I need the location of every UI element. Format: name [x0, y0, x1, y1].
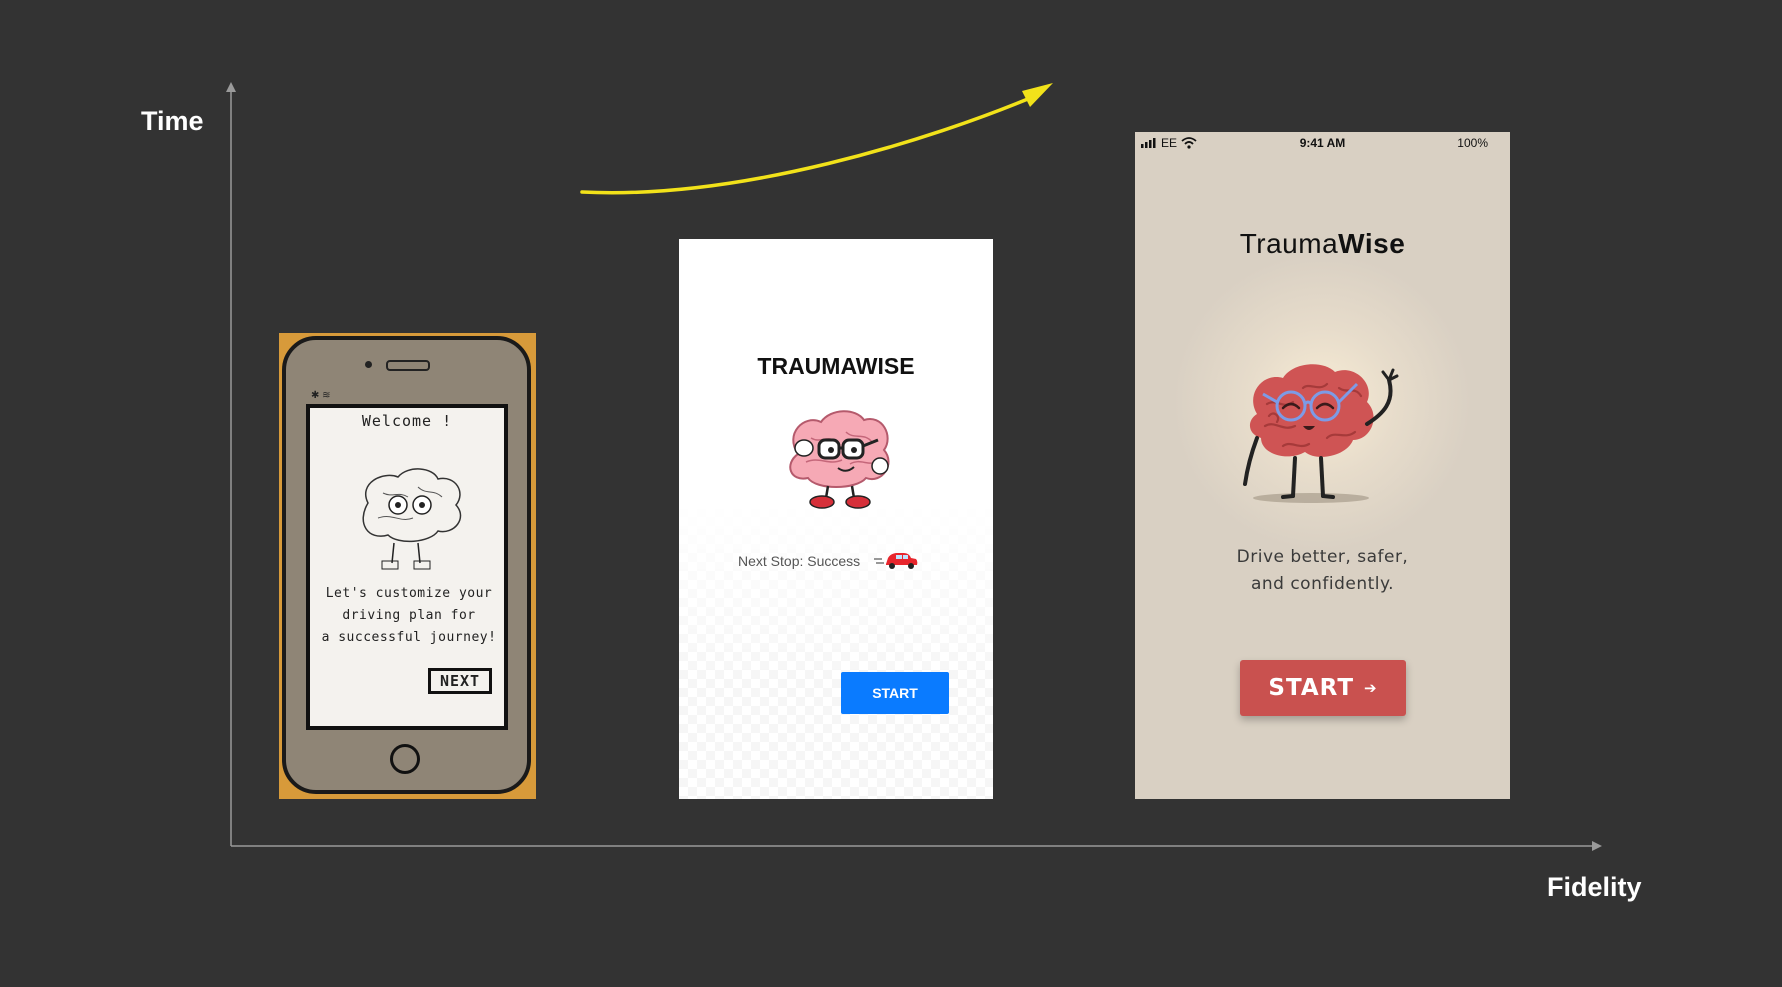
- x-axis-label: Fidelity: [1547, 872, 1642, 902]
- y-axis-arrowhead: [226, 82, 236, 92]
- brain-mascot-icon: [789, 410, 890, 509]
- brain-mascot-sketch-icon: [362, 468, 462, 570]
- midfi-title: TRAUMAWISE: [757, 353, 915, 379]
- hifi-prototype: EE 9:41 AM 100% TraumaWise Drive better,…: [1135, 132, 1510, 799]
- sketched-phone-frame: ✱ ≋ Welcome ! Let's customize your drivi…: [282, 336, 531, 794]
- camera-sketch: [365, 361, 372, 368]
- midfi-tagline: Next Stop: Success: [738, 553, 861, 569]
- status-bar: EE 9:41 AM 100%: [1135, 136, 1510, 152]
- trend-arrow: [580, 94, 1037, 195]
- paper-prototype: ✱ ≋ Welcome ! Let's customize your drivi…: [279, 333, 536, 799]
- hifi-title: TraumaWise: [1135, 228, 1510, 260]
- paper-body-text: Let's customize your driving plan for a …: [321, 586, 497, 645]
- waving-brain-mascot-icon: [1243, 364, 1399, 503]
- diamond-pattern-background: [679, 499, 993, 799]
- hifi-tagline: Drive better, safer, and confidently.: [1135, 544, 1510, 598]
- paper-next-button[interactable]: NEXT: [428, 668, 492, 694]
- hifi-tagline-line2: and confidently.: [1250, 574, 1395, 594]
- speaker-sketch: [386, 360, 430, 371]
- hifi-title-bold: Wise: [1338, 228, 1406, 259]
- hifi-start-button[interactable]: START ➔: [1240, 660, 1406, 716]
- trend-arrowhead: [1022, 83, 1053, 107]
- car-icon: [874, 553, 918, 569]
- paper-screen: Welcome ! Let's customize your driving p…: [306, 404, 508, 730]
- hifi-title-light: Trauma: [1239, 228, 1339, 259]
- y-axis-label: Time: [141, 106, 204, 136]
- home-button-sketch: [390, 744, 420, 774]
- status-time: 9:41 AM: [1299, 136, 1346, 150]
- x-axis-arrowhead: [1592, 841, 1602, 851]
- status-icons-sketch: ✱ ≋: [311, 390, 331, 401]
- hifi-start-label: START: [1268, 675, 1355, 701]
- midfi-prototype: TRAUMAWISE Next Stop: Success START: [679, 239, 993, 799]
- hifi-tagline-line1: Drive better, safer,: [1236, 547, 1409, 567]
- paper-welcome-text: Welcome !: [361, 412, 453, 430]
- midfi-start-button[interactable]: START: [841, 672, 949, 714]
- arrow-right-icon: ➔: [1364, 679, 1378, 697]
- battery-level: 100%: [1457, 136, 1488, 150]
